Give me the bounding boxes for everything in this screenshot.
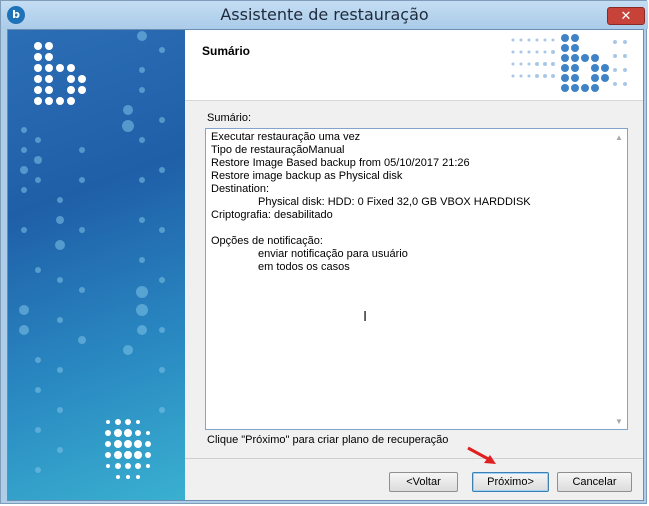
divider [185, 458, 643, 459]
summary-line: Restore image backup as Physical disk [211, 170, 403, 182]
summary-line: Tipo de restauraçãoManual [211, 144, 345, 156]
annotation-arrow-icon [467, 446, 496, 464]
summary-line: Opções de notificação: [211, 235, 323, 247]
window-title: Assistente de restauração [220, 5, 429, 24]
close-button[interactable]: ✕ [607, 7, 645, 25]
summary-label: Sumário: [207, 112, 252, 124]
hint-text: Clique "Próximo" para criar plano de rec… [207, 434, 449, 446]
summary-textbox[interactable]: Executar restauração uma vez Tipo de res… [205, 128, 628, 430]
next-button[interactable]: Próximo> [472, 472, 549, 492]
wizard-window: b Assistente de restauração ✕ Sumário Su… [0, 0, 648, 504]
summary-line: Destination: [211, 183, 270, 195]
summary-line: Criptografia: desabilitado [211, 209, 333, 221]
summary-line: Physical disk: HDD: 0 Fixed 32,0 GB VBOX… [258, 196, 531, 208]
scroll-down-arrow-icon[interactable]: ▼ [613, 417, 625, 427]
title-bar[interactable]: b Assistente de restauração ✕ [1, 1, 648, 29]
wizard-client-area: Sumário Sumário: Executar restauração um… [7, 29, 644, 501]
cancel-button[interactable]: Cancelar [557, 472, 632, 492]
page-title: Sumário [202, 44, 251, 58]
scroll-up-arrow-icon[interactable]: ▲ [613, 133, 625, 143]
summary-line: enviar notificação para usuário [258, 248, 408, 260]
summary-line: Executar restauração uma vez [211, 131, 361, 143]
back-button[interactable]: <Voltar [389, 472, 458, 492]
summary-line: Restore Image Based backup from 05/10/20… [211, 157, 470, 169]
wizard-header: Sumário [185, 30, 643, 101]
dotted-pattern-graphic [19, 31, 165, 479]
brand-logo-dots [511, 34, 627, 92]
text-cursor-icon: Ⅰ [363, 308, 368, 324]
sidebar-banner [8, 30, 185, 500]
summary-line: em todos os casos [258, 261, 350, 273]
